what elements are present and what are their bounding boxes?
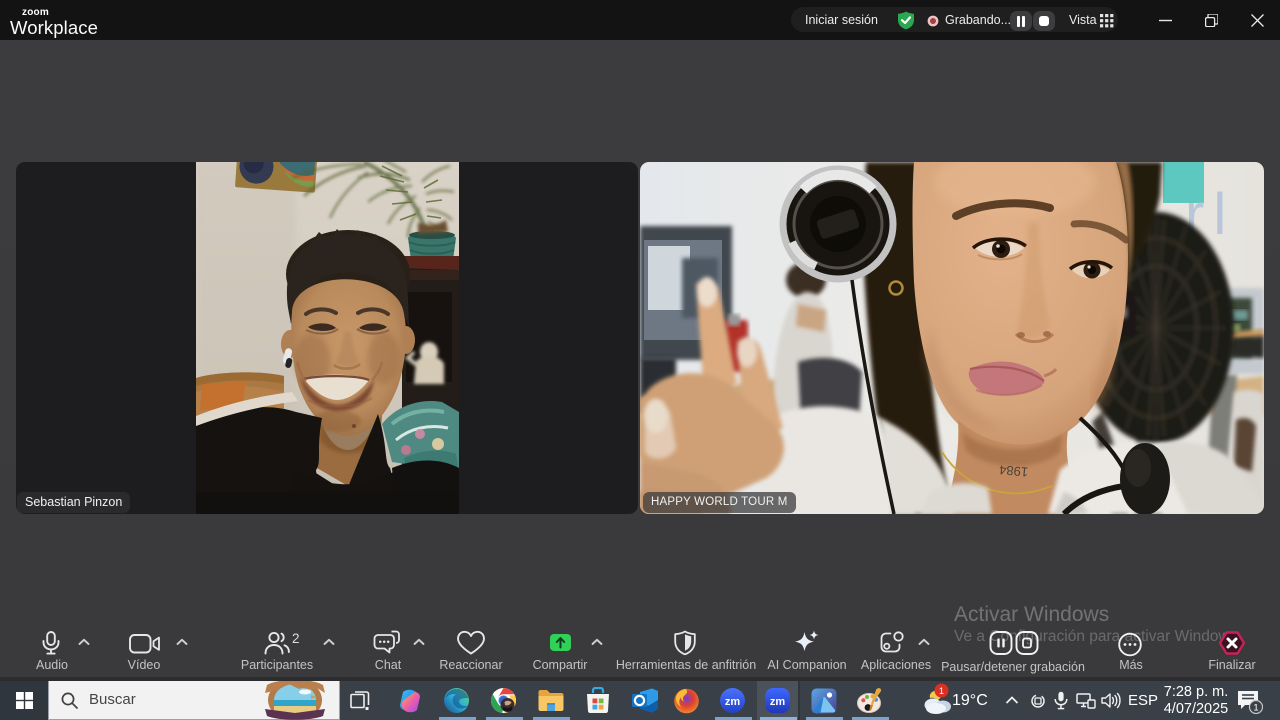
svg-text:zm: zm [770,696,786,708]
svg-text:zm: zm [725,696,741,708]
svg-text:1: 1 [939,686,944,696]
svg-text:1984: 1984 [999,462,1029,479]
svg-text:1: 1 [1253,703,1258,714]
